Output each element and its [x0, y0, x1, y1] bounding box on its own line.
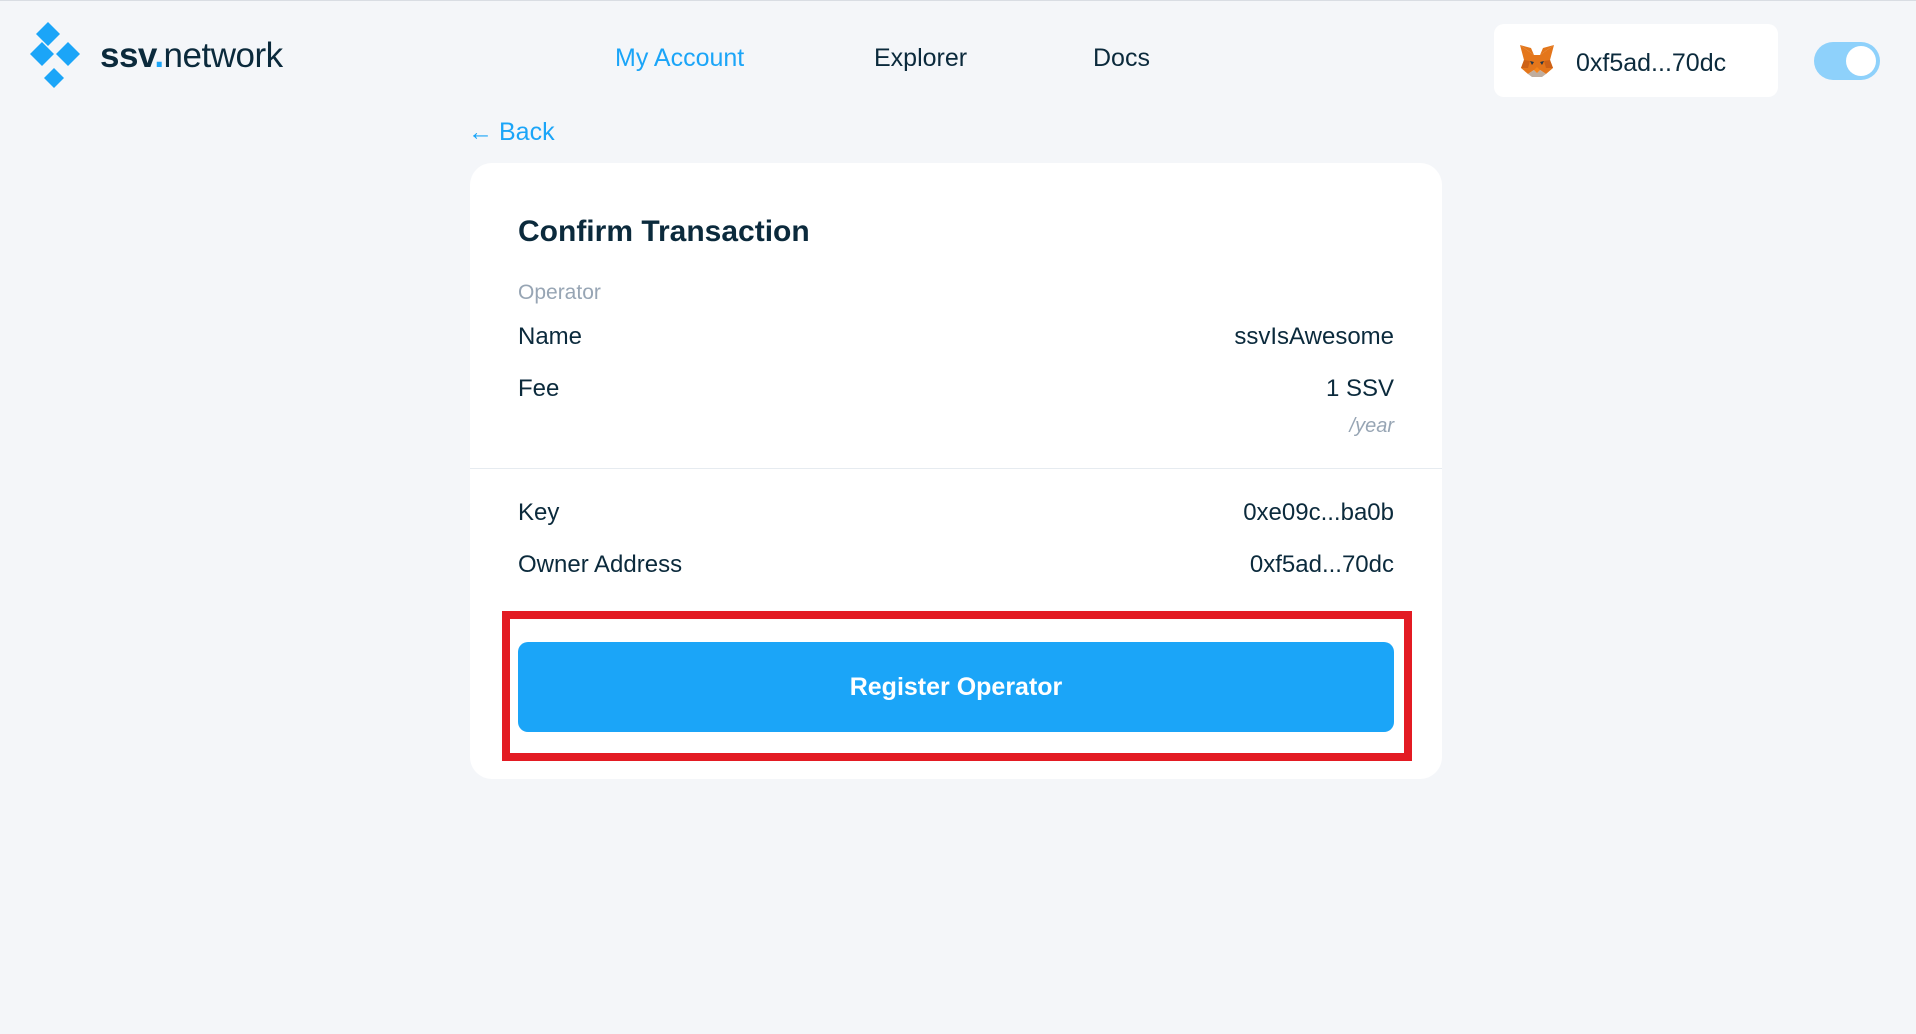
arrow-left-icon: ←	[468, 118, 493, 146]
row-value-owner-address: 0xf5ad...70dc	[1249, 551, 1394, 578]
row-value-key: 0xe09c...ba0b	[1243, 499, 1394, 526]
register-operator-button[interactable]: Register Operator	[518, 642, 1394, 732]
back-link[interactable]: ← Back	[468, 118, 555, 147]
logo-text: ssv.network	[100, 36, 283, 76]
top-border	[0, 0, 1916, 1]
confirm-transaction-card: Confirm Transaction Operator Name ssvIsA…	[470, 163, 1442, 779]
theme-toggle[interactable]	[1814, 42, 1880, 80]
toggle-knob	[1846, 46, 1876, 76]
nav-my-account[interactable]: My Account	[615, 44, 744, 78]
logo-text-bold: ssv	[100, 36, 155, 75]
back-label: Back	[499, 118, 555, 146]
wallet-address: 0xf5ad...70dc	[1576, 49, 1727, 77]
ssv-network-logo[interactable]: ssv.network	[30, 22, 290, 98]
ssv-logo-icon	[30, 22, 80, 88]
row-label-owner-address: Owner Address	[518, 551, 683, 578]
row-label-key: Key	[518, 499, 560, 526]
row-value-name: ssvIsAwesome	[1234, 323, 1394, 350]
metamask-fox-icon	[1520, 45, 1554, 77]
logo-text-dot: .	[154, 36, 164, 75]
card-title: Confirm Transaction	[518, 215, 810, 248]
divider	[470, 468, 1442, 469]
row-label-name: Name	[518, 323, 583, 350]
nav-docs[interactable]: Docs	[1093, 44, 1150, 78]
row-label-fee: Fee	[518, 375, 560, 402]
logo-text-rest: network	[163, 36, 284, 75]
nav-explorer[interactable]: Explorer	[874, 44, 967, 78]
wallet-button[interactable]: 0xf5ad...70dc	[1494, 24, 1778, 97]
section-label-operator: Operator	[518, 281, 601, 304]
row-value-fee: 1 SSV	[1325, 375, 1394, 402]
row-sub-fee-period: /year	[1349, 415, 1394, 437]
